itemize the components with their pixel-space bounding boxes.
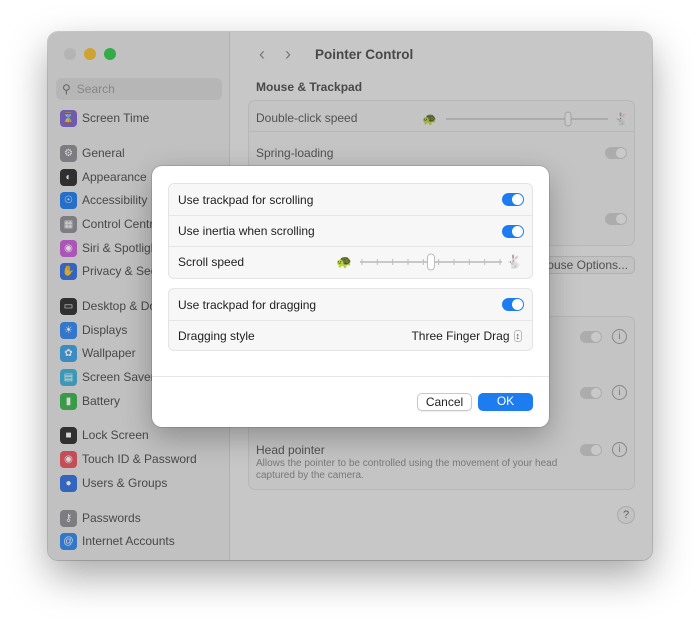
scrolling-group: Use trackpad for scrolling Use inertia w… <box>168 183 533 279</box>
up-down-chevron-icon: ↕ <box>513 330 522 342</box>
dragging-style-row: Dragging style Three Finger Drag ↕ <box>169 320 532 351</box>
scroll-speed-slider[interactable]: 🐢 🐇 <box>336 253 524 271</box>
use-trackpad-dragging-row: Use trackpad for dragging <box>169 289 532 320</box>
dialog-divider <box>152 376 549 377</box>
use-trackpad-dragging-label: Use trackpad for dragging <box>178 297 317 312</box>
scroll-speed-row: Scroll speed 🐢 🐇 <box>169 246 532 277</box>
use-trackpad-scrolling-toggle[interactable] <box>502 193 524 206</box>
use-inertia-toggle[interactable] <box>502 224 524 238</box>
scroll-speed-label: Scroll speed <box>178 255 245 269</box>
use-inertia-label: Use inertia when scrolling <box>178 224 315 238</box>
trackpad-options-dialog: Use trackpad for scrolling Use inertia w… <box>152 166 549 427</box>
cancel-button[interactable]: Cancel <box>417 393 472 411</box>
turtle-icon: 🐢 <box>336 255 352 270</box>
dragging-style-select[interactable]: Three Finger Drag ↕ <box>411 329 522 343</box>
use-trackpad-dragging-toggle[interactable] <box>502 298 524 311</box>
dragging-style-label: Dragging style <box>178 329 255 343</box>
dragging-group: Use trackpad for dragging Dragging style… <box>168 288 533 351</box>
use-inertia-row: Use inertia when scrolling <box>169 215 532 246</box>
rabbit-icon: 🐇 <box>506 254 522 270</box>
ok-button[interactable]: OK <box>478 393 533 411</box>
use-trackpad-scrolling-row: Use trackpad for scrolling <box>169 184 532 215</box>
use-trackpad-scrolling-label: Use trackpad for scrolling <box>178 192 314 207</box>
slider-thumb <box>427 253 435 271</box>
dragging-style-value: Three Finger Drag <box>411 329 510 343</box>
